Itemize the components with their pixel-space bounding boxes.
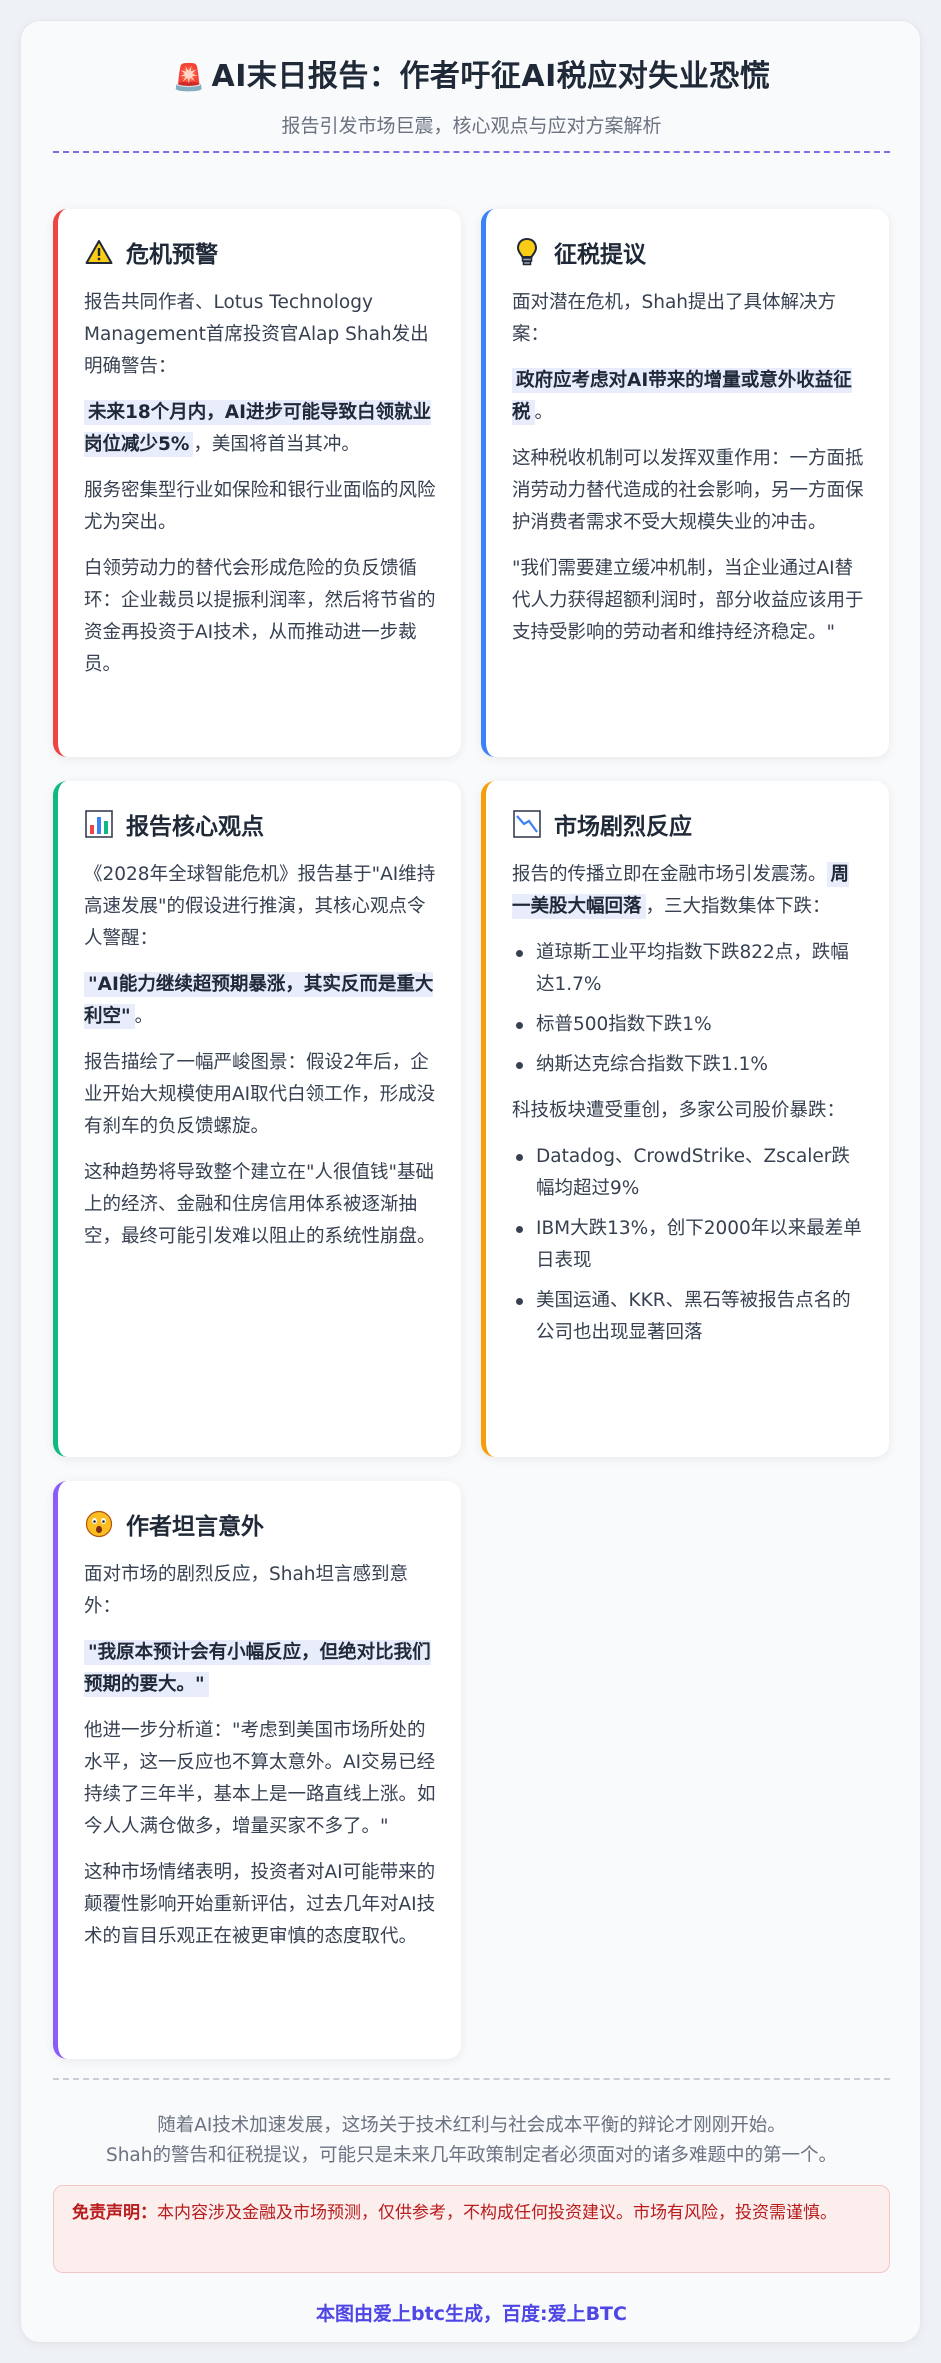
paragraph: 报告描绘了一幅严峻图景：假设2年后，企业开始大规模使用AI取代白领工作，形成没有… xyxy=(84,1052,436,1137)
footer-line: 随着AI技术加速发展，这场关于技术红利与社会成本平衡的辩论才刚刚开始。 xyxy=(157,2115,786,2136)
disclaimer-label: 免责声明： xyxy=(72,2203,157,2223)
highlight-text: "我原本预计会有小幅反应，但绝对比我们预期的要大。" xyxy=(84,1640,431,1697)
bar-chart-icon xyxy=(84,809,114,839)
credit-text: 本图由爱上btc生成，百度:爱上BTC xyxy=(316,2303,627,2325)
paragraph: "我原本预计会有小幅反应，但绝对比我们预期的要大。" xyxy=(84,1637,439,1701)
card-title: 作者坦言意外 xyxy=(126,1514,264,1540)
card-market-reaction: 市场剧烈反应 报告的传播立即在金融市场引发震荡。 周一美股大幅回落 ，三大指数集体下… xyxy=(481,781,889,1457)
paragraph: 他进一步分析道："考虑到美国市场所处的水平，这一反应也不算太意外。AI交易已经持… xyxy=(84,1720,436,1837)
disclaimer-box: 免责声明：本内容涉及金融及市场预测，仅供参考，不构成任何投资建议。市场有风险，投… xyxy=(53,2185,890,2273)
card-crisis-warning: 危机预警 报告共同作者、Lotus Technology Management首… xyxy=(53,209,461,757)
paragraph: 报告共同作者、Lotus Technology Management首席投资官A… xyxy=(84,292,429,377)
page-title-text: AI末日报告：作者吁征AI税应对失业恐慌 xyxy=(211,59,771,94)
paragraph: 未来18个月内，AI进步可能导致白领就业岗位减少5% ，美国将首当其冲。 xyxy=(84,397,439,461)
card-tax-proposal: 征税提议 面对潜在危机，Shah提出了具体解决方案： 政府应考虑对AI带来的增量… xyxy=(481,209,889,757)
paragraph: 服务密集型行业如保险和银行业面临的风险尤为突出。 xyxy=(84,480,436,533)
card-header: 征税提议 xyxy=(512,235,867,269)
stock-list: Datadog、CrowdStrike、Zscaler跌幅均超过9% IBM大跌… xyxy=(512,1141,867,1349)
siren-icon: 🚨 xyxy=(172,63,206,93)
footer-divider xyxy=(53,2078,890,2080)
card-header: 市场剧烈反应 xyxy=(512,807,867,841)
paragraph-text: 。 xyxy=(134,1006,154,1027)
card-header: 作者坦言意外 xyxy=(84,1507,439,1541)
index-list: 道琼斯工业平均指数下跌822点，跌幅达1.7% 标普500指数下跌1% 纳斯达克… xyxy=(512,937,867,1081)
list-item: 纳斯达克综合指数下跌1.1% xyxy=(512,1049,867,1081)
paragraph: "AI能力继续超预期暴涨，其实反而是重大利空"。 xyxy=(84,969,439,1033)
card-title: 征税提议 xyxy=(554,242,646,268)
paragraph: 《2028年全球智能危机》报告基于"AI维持高速发展"的假设进行推演，其核心观点… xyxy=(84,864,436,949)
paragraph-text: 报告的传播立即在金融市场引发震荡。 xyxy=(512,864,827,885)
header: 🚨 AI末日报告：作者吁征AI税应对失业恐慌 报告引发市场巨震，核心观点与应对方案… xyxy=(21,51,922,138)
list-item: 道琼斯工业平均指数下跌822点，跌幅达1.7% xyxy=(512,937,867,1001)
list-item: 美国运通、KKR、黑石等被报告点名的公司也出现显著回落 xyxy=(512,1285,867,1349)
paragraph-text: ，三大指数集体下跌： xyxy=(645,896,831,917)
card-header: 报告核心观点 xyxy=(84,807,439,841)
card-header: 危机预警 xyxy=(84,235,439,269)
paragraph: 这种税收机制可以发挥双重作用：一方面抵消劳动力替代造成的社会影响，另一方面保护消… xyxy=(512,448,864,533)
paragraph: 这种市场情绪表明，投资者对AI可能带来的颠覆性影响开始重新评估，过去几年对AI技… xyxy=(84,1862,436,1947)
chart-decreasing-icon xyxy=(512,809,542,839)
disclaimer-text: 本内容涉及金融及市场预测，仅供参考，不构成任何投资建议。市场有风险，投资需谨慎。 xyxy=(157,2203,837,2223)
card-core-views: 报告核心观点 《2028年全球智能危机》报告基于"AI维持高速发展"的假设进行推… xyxy=(53,781,461,1457)
paragraph: 面对市场的剧烈反应，Shah坦言感到意外： xyxy=(84,1564,409,1617)
paragraph: 报告的传播立即在金融市场引发震荡。 周一美股大幅回落 ，三大指数集体下跌： xyxy=(512,859,867,923)
paragraph: 科技板块遭受重创，多家公司股价暴跌： xyxy=(512,1100,846,1121)
paragraph: 政府应考虑对AI带来的增量或意外收益征税。 xyxy=(512,365,867,429)
paragraph-text: 。 xyxy=(534,402,554,423)
highlight-text: 政府应考虑对AI带来的增量或意外收益征税 xyxy=(512,368,852,425)
paragraph: 白领劳动力的替代会形成危险的负反馈循环：企业裁员以提振利润率，然后将节省的资金再… xyxy=(84,558,436,675)
page-title: 🚨 AI末日报告：作者吁征AI税应对失业恐慌 xyxy=(21,51,922,95)
list-item: Datadog、CrowdStrike、Zscaler跌幅均超过9% xyxy=(512,1141,867,1205)
page-container: 🚨 AI末日报告：作者吁征AI税应对失业恐慌 报告引发市场巨震，核心观点与应对方案… xyxy=(20,20,921,2343)
header-divider xyxy=(53,151,890,153)
footer-line: Shah的警告和征税提议，可能只是未来几年政策制定者必须面对的诸多难题中的第一个… xyxy=(105,2145,838,2166)
astonished-face-icon xyxy=(84,1509,114,1539)
paragraph: 面对潜在危机，Shah提出了具体解决方案： xyxy=(512,292,837,345)
paragraph: "我们需要建立缓冲机制，当企业通过AI替代人力获得超额利润时，部分收益应该用于支… xyxy=(512,558,864,643)
footer-summary: 随着AI技术加速发展，这场关于技术红利与社会成本平衡的辩论才刚刚开始。 Shah… xyxy=(21,2111,922,2171)
page-subtitle: 报告引发市场巨震，核心观点与应对方案解析 xyxy=(281,115,662,137)
card-author-surprise: 作者坦言意外 面对市场的剧烈反应，Shah坦言感到意外： "我原本预计会有小幅反… xyxy=(53,1481,461,2059)
card-title: 危机预警 xyxy=(126,242,218,268)
card-title: 市场剧烈反应 xyxy=(554,814,692,840)
lightbulb-icon xyxy=(512,237,542,267)
warning-icon xyxy=(84,237,114,267)
list-item: 标普500指数下跌1% xyxy=(512,1009,867,1041)
paragraph-text: ，美国将首当其冲。 xyxy=(193,434,360,455)
paragraph: 这种趋势将导致整个建立在"人很值钱"基础上的经济、金融和住房信用体系被逐渐抽空，… xyxy=(84,1162,436,1247)
list-item: IBM大跌13%，创下2000年以来最差单日表现 xyxy=(512,1213,867,1277)
card-title: 报告核心观点 xyxy=(126,814,264,840)
